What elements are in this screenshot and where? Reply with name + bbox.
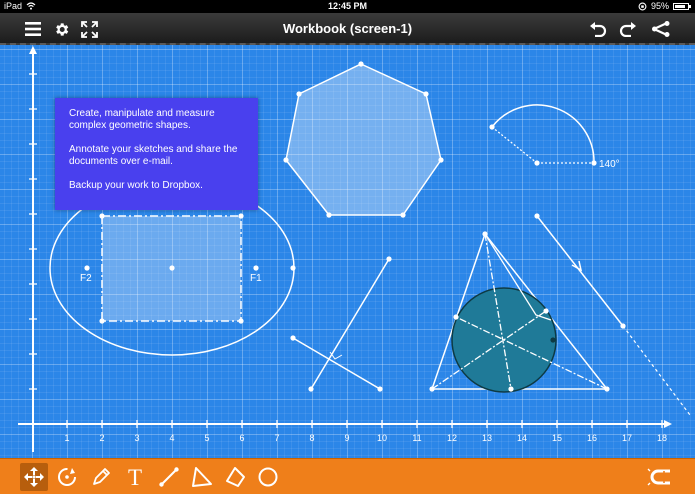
- x-axis-tick-label: 13: [482, 433, 492, 443]
- app-window: iPad 12:45 PM 95% Workbook (screen-1) 1 …: [0, 0, 695, 494]
- battery-icon: [673, 2, 691, 10]
- focus-label-f2: F2: [80, 273, 92, 284]
- line-tool-button[interactable]: [155, 463, 183, 491]
- undo-icon: [590, 22, 607, 37]
- pencil-tool-button[interactable]: [87, 463, 115, 491]
- x-axis-tick-label: 11: [412, 433, 421, 443]
- x-axis-tick-label: 7: [274, 433, 279, 443]
- drawing-canvas[interactable]: 1 2 3 4 5 6 7 8 9 10 11 12 13 14 15 16 17 18 140°: [0, 45, 695, 458]
- triangle-shape[interactable]: [429, 231, 610, 393]
- arc-angle-label: 140°: [599, 159, 620, 170]
- share-button[interactable]: [650, 18, 672, 40]
- gear-icon: [55, 22, 68, 36]
- x-axis-tick-label: 17: [622, 433, 632, 443]
- magnet-button[interactable]: [645, 463, 673, 491]
- battery-percent: 95%: [650, 1, 669, 11]
- info-line-backup: Backup your work to Dropbox.: [69, 180, 203, 191]
- perpendicular-lines[interactable]: [290, 256, 392, 392]
- x-axis-tick-label: 14: [517, 433, 527, 443]
- info-panel: Create, manipulate and measure complex g…: [55, 98, 258, 210]
- settings-button[interactable]: [50, 18, 72, 40]
- circle-tool-icon: [258, 467, 278, 487]
- ray-shape[interactable]: [534, 213, 691, 416]
- x-axis-tick-label: 6: [239, 433, 244, 443]
- circle-tool-button[interactable]: [254, 463, 282, 491]
- heptagon-shape[interactable]: [285, 63, 442, 216]
- pencil-icon: [93, 468, 110, 485]
- x-axis-tick-label: 9: [344, 433, 349, 443]
- clock: 12:45 PM: [327, 1, 368, 11]
- x-axis-tick-label: 10: [377, 433, 387, 443]
- redo-button[interactable]: [617, 18, 639, 40]
- x-axis-tick-label: 1: [64, 433, 69, 443]
- x-axis-tick-label: 3: [134, 433, 139, 443]
- x-axis-tick-label: 18: [657, 433, 667, 443]
- x-axis-tick-label: 15: [552, 433, 562, 443]
- x-axis-tick-label: 16: [587, 433, 597, 443]
- focus-label-f1: F1: [250, 273, 262, 284]
- info-line-create: Create, manipulate and measure complex g…: [69, 108, 215, 131]
- x-axis-tick-label: 12: [447, 433, 457, 443]
- move-tool-button[interactable]: [20, 463, 48, 491]
- x-axis-tick-label: 2: [99, 433, 104, 443]
- rotation-lock-icon: [638, 2, 647, 10]
- x-axis: [18, 420, 672, 428]
- x-axis-tick-label: 4: [169, 433, 174, 443]
- x-axis-tick-label: 5: [204, 433, 209, 443]
- x-axis-tick-label: 8: [309, 433, 314, 443]
- rotate-icon: [58, 468, 76, 486]
- fullscreen-icon: [80, 20, 98, 38]
- arc-shape[interactable]: [489, 104, 597, 166]
- status-bar: iPad 12:45 PM 95%: [0, 0, 695, 13]
- fullscreen-button[interactable]: [78, 18, 100, 40]
- menu-button[interactable]: [22, 18, 44, 40]
- quad-tool-button[interactable]: [221, 463, 249, 491]
- move-icon: [24, 467, 44, 487]
- info-line-annotate: Annotate your sketches and share the doc…: [69, 144, 238, 167]
- top-toolbar: Workbook (screen-1): [0, 13, 695, 45]
- triangle-tool-icon: [192, 467, 212, 487]
- text-tool-icon: T: [127, 464, 143, 490]
- quad-tool-icon: [226, 467, 245, 487]
- triangle-tool-button[interactable]: [188, 463, 216, 491]
- undo-button[interactable]: [587, 18, 609, 40]
- rotate-tool-button[interactable]: [53, 463, 81, 491]
- magnet-icon: [647, 468, 670, 486]
- text-tool-button[interactable]: T: [121, 463, 149, 491]
- menu-icon: [25, 22, 41, 36]
- redo-icon: [619, 22, 636, 37]
- share-icon: [652, 21, 670, 37]
- bottom-toolbar: T: [0, 458, 695, 494]
- line-tool-icon: [159, 467, 179, 487]
